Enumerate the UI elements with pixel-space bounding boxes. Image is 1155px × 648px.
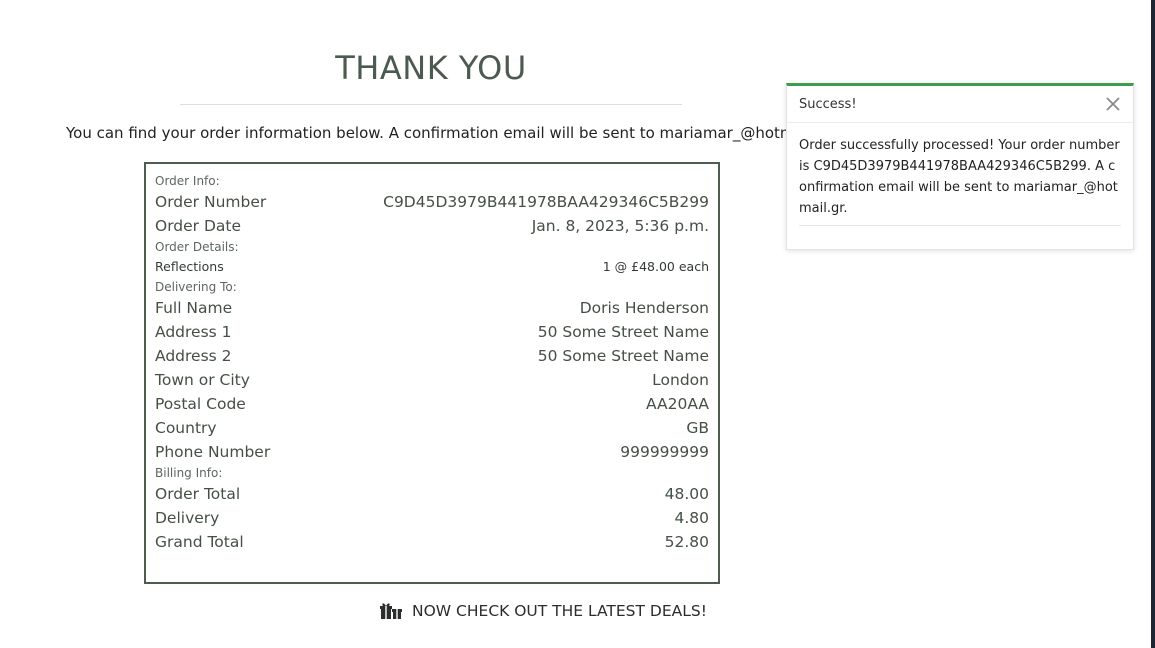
toast-header: Success! bbox=[787, 86, 1133, 123]
order-number-label: Order Number bbox=[155, 193, 267, 211]
postal-code-label: Postal Code bbox=[155, 395, 246, 413]
address1-row: Address 1 50 Some Street Name bbox=[155, 320, 709, 344]
grand-total-row: Grand Total 52.80 bbox=[155, 530, 709, 554]
country-row: Country GB bbox=[155, 416, 709, 440]
order-total-value: 48.00 bbox=[664, 485, 709, 503]
phone-value: 999999999 bbox=[620, 443, 709, 461]
billing-info-label: Billing Info: bbox=[155, 466, 223, 480]
delivery-cost-label: Delivery bbox=[155, 509, 220, 527]
intro-text: You can find your order information belo… bbox=[66, 124, 806, 142]
delivery-cost-value: 4.80 bbox=[674, 509, 709, 527]
address1-value: 50 Some Street Name bbox=[537, 323, 709, 341]
address2-row: Address 2 50 Some Street Name bbox=[155, 344, 709, 368]
full-name-label: Full Name bbox=[155, 299, 233, 317]
order-details-label: Order Details: bbox=[155, 240, 239, 254]
order-info-label: Order Info: bbox=[155, 174, 220, 188]
toast-title: Success! bbox=[799, 96, 857, 112]
town-label: Town or City bbox=[155, 371, 250, 389]
address1-label: Address 1 bbox=[155, 323, 232, 341]
gifts-icon bbox=[380, 602, 402, 620]
town-value: London bbox=[652, 371, 709, 389]
window-edge bbox=[1151, 0, 1155, 648]
item-name: Reflections bbox=[155, 259, 224, 274]
address2-value: 50 Some Street Name bbox=[537, 347, 709, 365]
postal-code-row: Postal Code AA20AA bbox=[155, 392, 709, 416]
phone-row: Phone Number 999999999 bbox=[155, 440, 709, 464]
page-title: THANK YOU bbox=[335, 49, 527, 87]
toast-body: Order successfully processed! Your order… bbox=[787, 123, 1133, 230]
order-total-label: Order Total bbox=[155, 485, 241, 503]
address2-label: Address 2 bbox=[155, 347, 232, 365]
order-date-value: Jan. 8, 2023, 5:36 p.m. bbox=[531, 217, 709, 235]
title-divider bbox=[180, 104, 682, 105]
delivery-cost-row: Delivery 4.80 bbox=[155, 506, 709, 530]
full-name-value: Doris Henderson bbox=[579, 299, 709, 317]
order-date-row: Order Date Jan. 8, 2023, 5:36 p.m. bbox=[155, 214, 709, 238]
grand-total-value: 52.80 bbox=[664, 533, 709, 551]
town-row: Town or City London bbox=[155, 368, 709, 392]
close-icon[interactable] bbox=[1105, 96, 1121, 112]
item-qty-price: 1 @ £48.00 each bbox=[602, 259, 709, 274]
postal-code-value: AA20AA bbox=[646, 395, 709, 413]
order-number-value: C9D45D3979B441978BAA429346C5B299 bbox=[383, 193, 709, 211]
country-label: Country bbox=[155, 419, 217, 437]
delivering-to-label: Delivering To: bbox=[155, 280, 237, 294]
latest-deals-link[interactable]: NOW CHECK OUT THE LATEST DEALS! bbox=[380, 598, 707, 624]
toast-message: Order successfully processed! Your order… bbox=[799, 135, 1121, 226]
grand-total-label: Grand Total bbox=[155, 533, 244, 551]
order-total-row: Order Total 48.00 bbox=[155, 482, 709, 506]
order-summary: Order Info: Order Number C9D45D3979B4419… bbox=[144, 162, 720, 584]
phone-label: Phone Number bbox=[155, 443, 271, 461]
order-item-row: Reflections 1 @ £48.00 each bbox=[155, 256, 709, 278]
full-name-row: Full Name Doris Henderson bbox=[155, 296, 709, 320]
success-toast: Success! Order successfully processed! Y… bbox=[786, 83, 1134, 250]
country-value: GB bbox=[686, 419, 709, 437]
page: THANK YOU You can find your order inform… bbox=[0, 0, 1155, 648]
order-number-row: Order Number C9D45D3979B441978BAA429346C… bbox=[155, 190, 709, 214]
order-date-label: Order Date bbox=[155, 217, 242, 235]
latest-deals-label: NOW CHECK OUT THE LATEST DEALS! bbox=[412, 602, 707, 620]
